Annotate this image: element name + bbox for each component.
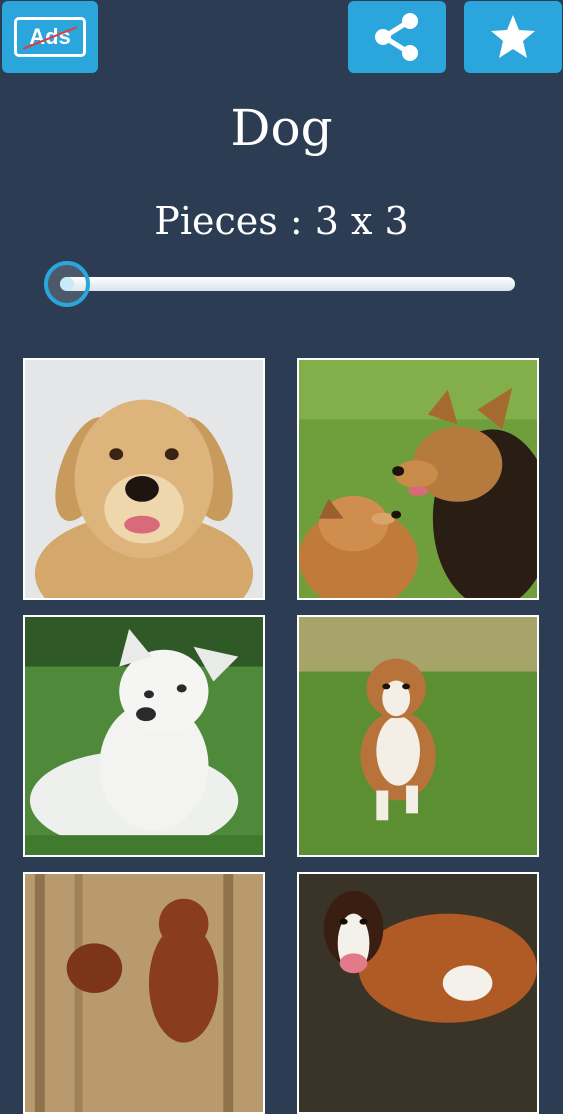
puzzle-thumbnail-saint-bernard[interactable]	[297, 872, 539, 1114]
category-title: Dog	[230, 99, 333, 157]
no-ads-icon: Ads	[14, 17, 86, 57]
puzzle-thumbnail-red-setters[interactable]	[23, 872, 265, 1114]
puzzle-thumbnail-collie-puppy[interactable]	[297, 615, 539, 857]
puzzle-thumbnail-white-dog-lying[interactable]	[23, 615, 265, 857]
golden-retriever-image	[25, 360, 263, 598]
favorite-button[interactable]	[464, 1, 562, 73]
pieces-slider-thumb[interactable]	[44, 261, 90, 307]
pieces-label: Pieces : 3 x 3	[154, 199, 409, 243]
star-icon	[491, 15, 535, 58]
remove-ads-button[interactable]: Ads	[2, 1, 98, 73]
share-button[interactable]	[348, 1, 446, 73]
white-dog-lying-image	[25, 617, 263, 855]
pieces-slider-track[interactable]	[60, 277, 515, 291]
saint-bernard-image	[299, 874, 537, 1112]
puzzle-thumbnail-golden-retriever[interactable]	[23, 358, 265, 600]
share-icon	[375, 13, 418, 61]
puzzle-thumbnail-two-shepherd-dogs[interactable]	[297, 358, 539, 600]
two-shepherd-dogs-image	[299, 360, 537, 598]
red-setters-image	[25, 874, 263, 1112]
collie-puppy-image	[299, 617, 537, 855]
